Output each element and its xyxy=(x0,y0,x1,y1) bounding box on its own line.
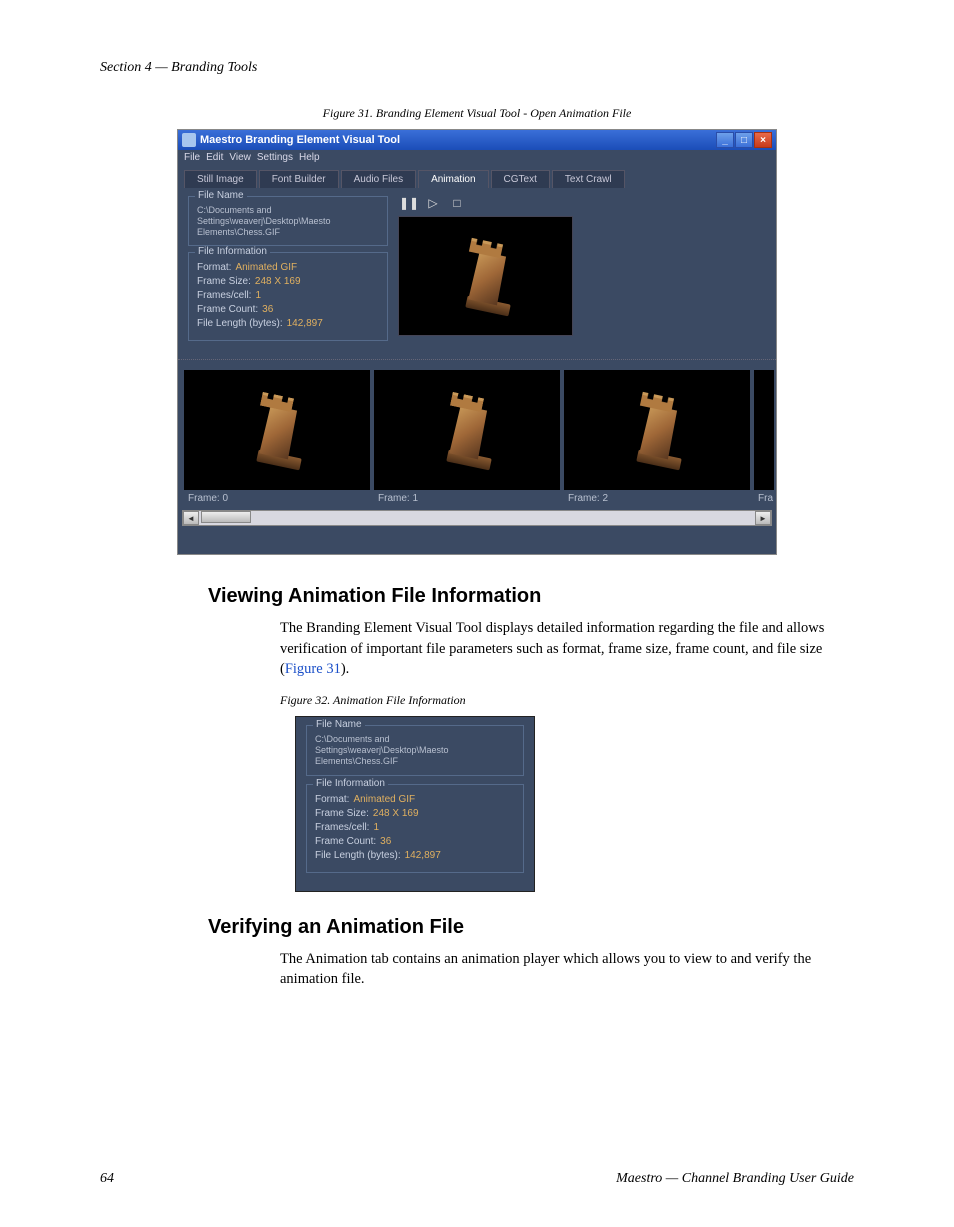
menu-settings[interactable]: Settings xyxy=(257,152,293,166)
tabs-row: Still Image Font Builder Audio Files Ani… xyxy=(178,168,776,188)
menu-help[interactable]: Help xyxy=(299,152,320,166)
thumb-frame-0[interactable]: Frame: 0 xyxy=(184,370,370,504)
file-name-group: File Name C:\Documents and Settings\weav… xyxy=(188,196,388,246)
para1-text-a: The Branding Element Visual Tool display… xyxy=(280,620,824,677)
heading-viewing-animation-info: Viewing Animation File Information xyxy=(208,585,854,608)
para1-text-b: ). xyxy=(341,661,349,677)
tab-animation[interactable]: Animation xyxy=(418,170,488,188)
file-name-group-2: File Name C:\Documents and Settings\weav… xyxy=(306,725,524,775)
figure32-caption: Figure 32. Animation File Information xyxy=(280,693,854,708)
scroll-left-icon[interactable]: ◄ xyxy=(183,511,199,525)
heading-verifying-animation: Verifying an Animation File xyxy=(208,916,854,939)
framescell-value: 1 xyxy=(255,290,261,301)
file-path: C:\Documents and Settings\weaverj\Deskto… xyxy=(197,205,379,237)
stop-icon[interactable]: □ xyxy=(450,196,464,210)
chess-rook-image xyxy=(456,236,516,316)
section-header: Section 4 — Branding Tools xyxy=(100,60,854,76)
framescell-label-2: Frames/cell: xyxy=(315,822,369,833)
framecount-label-2: Frame Count: xyxy=(315,836,376,847)
app-icon xyxy=(182,133,196,147)
filelen-value: 142,897 xyxy=(287,318,323,329)
file-info-group: File Information Format:Animated GIF Fra… xyxy=(188,252,388,341)
play-icon[interactable]: ▷ xyxy=(426,196,440,210)
framesize-label: Frame Size: xyxy=(197,276,251,287)
footer-title: Maestro — Channel Branding User Guide xyxy=(616,1171,854,1187)
menubar: File Edit View Settings Help xyxy=(178,150,776,168)
file-name-group-title-2: File Name xyxy=(313,719,365,730)
format-label-2: Format: xyxy=(315,794,349,805)
thumb-frame-2[interactable]: Frame: 2 xyxy=(564,370,750,504)
thumb-frame-3-partial[interactable]: Fra xyxy=(754,370,774,504)
filelen-label-2: File Length (bytes): xyxy=(315,850,401,861)
menu-edit[interactable]: Edit xyxy=(206,152,223,166)
screenshot-file-info-panel: File Name C:\Documents and Settings\weav… xyxy=(295,716,535,891)
figure31-caption: Figure 31. Branding Element Visual Tool … xyxy=(100,106,854,121)
thumb-label-1: Frame: 1 xyxy=(374,490,560,504)
file-path-2: C:\Documents and Settings\weaverj\Deskto… xyxy=(315,734,515,766)
format-value-2: Animated GIF xyxy=(353,794,415,805)
menu-file[interactable]: File xyxy=(184,152,200,166)
framesize-value-2: 248 X 169 xyxy=(373,808,419,819)
window-title: Maestro Branding Element Visual Tool xyxy=(200,134,400,146)
body-para-1: The Branding Element Visual Tool display… xyxy=(280,618,850,679)
framescell-label: Frames/cell: xyxy=(197,290,251,301)
filelen-label: File Length (bytes): xyxy=(197,318,283,329)
framescell-value-2: 1 xyxy=(373,822,379,833)
tab-font-builder[interactable]: Font Builder xyxy=(259,170,339,188)
minimize-button[interactable]: _ xyxy=(716,132,734,148)
scroll-right-icon[interactable]: ► xyxy=(755,511,771,525)
maximize-button[interactable]: □ xyxy=(735,132,753,148)
figure31-link[interactable]: Figure 31 xyxy=(285,661,341,677)
tab-audio-files[interactable]: Audio Files xyxy=(341,170,416,188)
framesize-value: 248 X 169 xyxy=(255,276,301,287)
format-label: Format: xyxy=(197,262,231,273)
animation-preview xyxy=(398,216,573,336)
framecount-value-2: 36 xyxy=(380,836,391,847)
file-info-group-title-2: File Information xyxy=(313,778,388,789)
thumb-label-2: Frame: 2 xyxy=(564,490,750,504)
framecount-value: 36 xyxy=(262,304,273,315)
tab-text-crawl[interactable]: Text Crawl xyxy=(552,170,625,188)
thumb-label-0: Frame: 0 xyxy=(184,490,370,504)
tab-cgtext[interactable]: CGText xyxy=(491,170,550,188)
horizontal-scrollbar[interactable]: ◄ ► xyxy=(182,510,772,526)
tab-still-image[interactable]: Still Image xyxy=(184,170,257,188)
file-name-group-title: File Name xyxy=(195,190,247,201)
format-value: Animated GIF xyxy=(235,262,297,273)
close-button[interactable]: × xyxy=(754,132,772,148)
file-info-group-title: File Information xyxy=(195,246,270,257)
pause-icon[interactable]: ❚❚ xyxy=(402,196,416,210)
filelen-value-2: 142,897 xyxy=(405,850,441,861)
menu-view[interactable]: View xyxy=(229,152,251,166)
framecount-label: Frame Count: xyxy=(197,304,258,315)
screenshot-main-window: Maestro Branding Element Visual Tool _ □… xyxy=(177,129,777,555)
body-para-2: The Animation tab contains an animation … xyxy=(280,949,850,990)
thumb-frame-1[interactable]: Frame: 1 xyxy=(374,370,560,504)
page-number: 64 xyxy=(100,1171,114,1187)
titlebar: Maestro Branding Element Visual Tool _ □… xyxy=(178,130,776,150)
framesize-label-2: Frame Size: xyxy=(315,808,369,819)
scroll-thumb[interactable] xyxy=(201,511,251,523)
frame-thumbnails: Frame: 0 Frame: 1 Frame: 2 Fra xyxy=(178,360,776,508)
thumb-label-3: Fra xyxy=(754,490,774,504)
file-info-group-2: File Information Format:Animated GIF Fra… xyxy=(306,784,524,873)
